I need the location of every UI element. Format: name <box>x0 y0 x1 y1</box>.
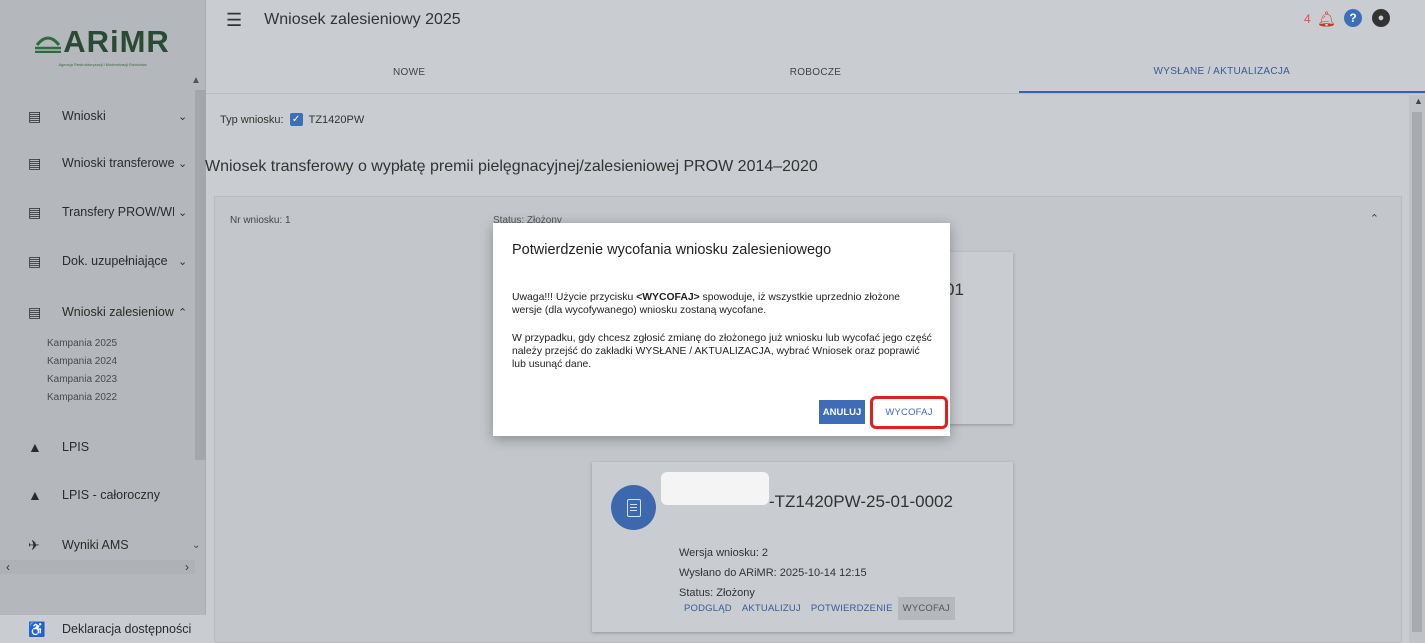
sidebar-subitem-kampania-2025[interactable]: Kampania 2025 <box>47 338 117 349</box>
card-version: Wersja wniosku: 2 <box>679 547 769 559</box>
card-number: -TZ1420PW-25-01-0002 <box>769 492 953 511</box>
user-icon[interactable]: ● <box>1372 9 1390 27</box>
accessibility-icon: ♿ <box>28 620 46 637</box>
clipboard-icon: ▤ <box>28 154 42 171</box>
help-icon[interactable]: ? <box>1344 9 1362 27</box>
preview-button[interactable]: PODGLĄD <box>679 597 737 620</box>
main-scroll-up-icon[interactable]: ▲ <box>1414 96 1423 106</box>
sidebar-item-deklaracja[interactable]: ♿ Deklaracja dostępności <box>0 615 206 643</box>
sidebar-item-label: Deklaracja dostępności <box>62 622 192 636</box>
sidebar-subitem-kampania-2024[interactable]: Kampania 2024 <box>47 356 117 367</box>
confirmation-button[interactable]: POTWIERDZENIE <box>806 597 898 620</box>
sidebar: ARiMR Agencja Restrukturyzacji i Moderni… <box>0 0 206 643</box>
notification-count: 4 <box>1304 12 1311 26</box>
sidebar-subitem-kampania-2023[interactable]: Kampania 2023 <box>47 374 117 385</box>
mountain-icon: ▲ <box>28 439 42 455</box>
cancel-button[interactable]: ANULUJ <box>819 400 865 424</box>
sidebar-item-wnioski-transferowe[interactable]: ▤ Wnioski transferowe ⌄ <box>0 148 195 178</box>
withdraw-button[interactable]: WYCOFAJ <box>897 597 955 620</box>
sidebar-scrollbar[interactable] <box>195 90 206 460</box>
chevron-up-icon[interactable]: ⌃ <box>1370 212 1379 225</box>
type-filter: Typ wniosku: ✓ TZ1420PW <box>220 113 364 126</box>
tab-wyslane-aktualizacja[interactable]: WYSŁANE / AKTUALIZACJA <box>1018 52 1425 93</box>
logo-arch-icon <box>35 36 62 53</box>
type-checkbox-label[interactable]: TZ1420PW <box>309 114 365 126</box>
chevron-up-icon: ⌃ <box>178 306 188 319</box>
arimr-logo[interactable]: ARiMR Agencja Restrukturyzacji i Moderni… <box>0 0 205 82</box>
sidebar-item-label: Wnioski zalesieniowe <box>62 305 174 319</box>
clipboard-icon: ▤ <box>28 203 42 220</box>
clipboard-icon: ▤ <box>28 303 42 320</box>
confirm-withdraw-button[interactable]: WYCOFAJ <box>885 407 932 418</box>
satellite-icon: ✈ <box>28 536 40 553</box>
sidebar-item-lpis[interactable]: ▲ LPIS <box>0 432 195 462</box>
type-filter-label: Typ wniosku: <box>220 113 284 126</box>
scroll-left-icon[interactable]: ‹ <box>6 560 10 574</box>
card-actions: PODGLĄD AKTUALIZUJ POTWIERDZENIE WYCOFAJ <box>679 597 955 620</box>
logo-text: ARiMR <box>63 23 170 59</box>
mountain-icon: ▲ <box>28 487 42 503</box>
sidebar-item-label: Transfery PROW/WPR <box>62 205 174 219</box>
dialog-warning-prefix: Uwaga!!! Użycie przycisku <box>512 292 637 303</box>
sidebar-scroll-down-icon[interactable]: ⌄ <box>192 540 200 551</box>
sidebar-item-wnioski[interactable]: ▤ Wnioski ⌄ <box>0 101 195 131</box>
scroll-right-icon[interactable]: › <box>185 560 189 574</box>
sidebar-item-transfery[interactable]: ▤ Transfery PROW/WPR ⌄ <box>0 197 195 227</box>
sidebar-item-label: Wnioski <box>62 109 106 123</box>
sidebar-item-label: Dok. uzupełniające <box>62 254 168 268</box>
sidebar-item-label: LPIS <box>62 440 90 454</box>
redacted-block <box>661 472 769 505</box>
sidebar-scroll-up-icon[interactable]: ▲ <box>191 75 201 86</box>
card-sent-date: Wysłano do ARiMR: 2025-10-14 12:15 <box>679 567 867 579</box>
chevron-down-icon: ⌄ <box>178 157 188 170</box>
dialog-title: Potwierdzenie wycofania wniosku zalesien… <box>512 242 832 258</box>
dialog-info-text: W przypadku, gdy chcesz zgłosić zmianę d… <box>512 333 932 370</box>
tab-bar: NOWE ROBOCZE WYSŁANE / AKTUALIZACJA <box>206 52 1425 94</box>
document-icon <box>611 485 656 530</box>
tab-robocze[interactable]: ROBOCZE <box>612 52 1018 93</box>
sidebar-item-label: Wnioski transferowe <box>62 156 174 170</box>
chevron-down-icon: ⌄ <box>178 206 188 219</box>
page-header-title: Wniosek zalesieniowy 2025 <box>264 11 461 28</box>
withdraw-confirmation-dialog: Potwierdzenie wycofania wniosku zalesien… <box>493 223 950 436</box>
bell-icon[interactable]: 🔔︎ <box>1317 10 1336 28</box>
main-scrollbar-thumb[interactable] <box>1412 112 1422 632</box>
tab-nowe[interactable]: NOWE <box>206 52 612 93</box>
page-title: Wniosek transferowy o wypłatę premii pie… <box>205 158 818 175</box>
application-number: Nr wniosku: 1 <box>230 215 291 226</box>
sidebar-subitem-kampania-2022[interactable]: Kampania 2022 <box>47 392 117 403</box>
top-bar: ☰ Wniosek zalesieniowy 2025 4 🔔︎ ? ● <box>206 0 1425 40</box>
clipboard-icon: ▤ <box>28 107 42 124</box>
dialog-warning-button-name: <WYCOFAJ> <box>636 292 700 303</box>
sidebar-horizontal-scrollbar[interactable]: ‹ › <box>0 560 195 574</box>
sidebar-item-wyniki-ams[interactable]: ✈ Wyniki AMS <box>0 530 195 560</box>
chevron-down-icon: ⌄ <box>178 110 188 123</box>
sidebar-item-wnioski-zalesieniowe[interactable]: ▤ Wnioski zalesieniowe ⌃ <box>0 297 195 327</box>
application-card: -TZ1420PW-25-01-0002 Wersja wniosku: 2 W… <box>592 462 1013 632</box>
chevron-down-icon: ⌄ <box>178 255 188 268</box>
sidebar-item-label: LPIS - całoroczny <box>62 488 160 502</box>
sidebar-item-lpis-caloroczny[interactable]: ▲ LPIS - całoroczny <box>0 480 195 510</box>
clipboard-icon: ▤ <box>28 252 42 269</box>
sidebar-item-dok-uzupelniajace[interactable]: ▤ Dok. uzupełniające ⌄ <box>0 246 195 276</box>
menu-icon[interactable]: ☰ <box>226 10 242 31</box>
highlight-box: WYCOFAJ <box>870 396 948 429</box>
update-button[interactable]: AKTUALIZUJ <box>737 597 806 620</box>
logo-subtitle: Agencja Restrukturyzacji i Modernizacji … <box>58 61 147 67</box>
dialog-warning-text: Uwaga!!! Użycie przycisku <WYCOFAJ> spow… <box>512 291 932 317</box>
sidebar-item-label: Wyniki AMS <box>62 538 129 552</box>
type-checkbox[interactable]: ✓ <box>289 113 303 126</box>
